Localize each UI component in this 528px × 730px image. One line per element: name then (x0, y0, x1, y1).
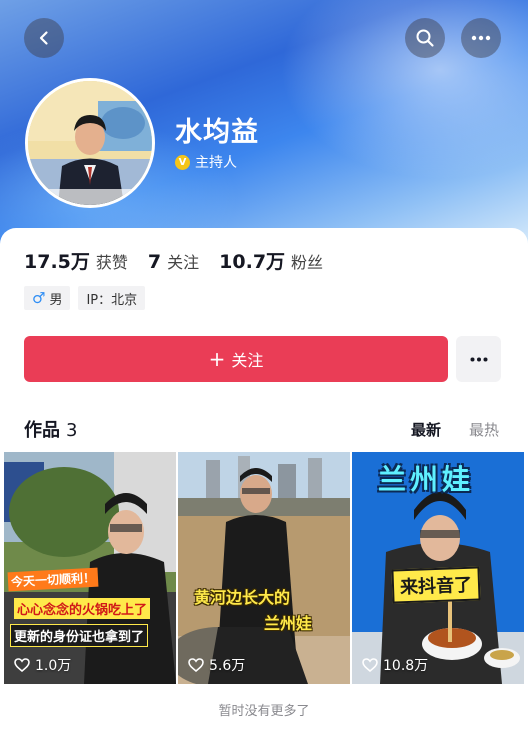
ellipsis-icon (470, 357, 487, 361)
ip-tag: IP：北京 (78, 286, 146, 310)
video-tile[interactable]: 兰州娃 来抖音了 10.8万 (352, 452, 524, 684)
ellipsis-icon (471, 35, 491, 41)
verified-icon: V (175, 154, 190, 170)
profile-role: V 主持人 (175, 152, 237, 172)
search-button[interactable] (405, 18, 445, 58)
heart-icon (362, 658, 378, 672)
no-more-text: 暂时没有更多了 (218, 704, 310, 719)
profile-name: 水均益 (175, 117, 259, 148)
follow-button[interactable]: + 关注 (24, 336, 448, 382)
video-caption-2: 心心念念的火锅吃上了 (14, 598, 151, 619)
video-caption-2: 来抖音了 (391, 566, 481, 604)
stat-likes: 17.5万 获赞 (24, 247, 128, 274)
ip-label: IP：北京 (86, 292, 138, 308)
video-likes: 1.0万 (14, 655, 71, 675)
video-likes: 10.8万 (362, 655, 428, 675)
sort-latest[interactable]: 最新 (411, 419, 441, 440)
stat-followers-label: 粉丝 (291, 253, 324, 272)
video-grid: 今天一切顺利！ 心心念念的火锅吃上了 更新的身份证也拿到了 1.0万 黄河边长大… (4, 452, 524, 684)
stat-likes-label: 获赞 (95, 253, 128, 272)
works-label: 作品 (24, 420, 60, 441)
gender-tag: ♂ 男 (24, 286, 71, 310)
video-likes-count: 10.8万 (383, 658, 429, 674)
video-tile[interactable]: 黄河边长大的 兰州娃 5.6万 (178, 452, 350, 684)
role-label: 主持人 (195, 155, 237, 171)
gender-label: 男 (49, 292, 63, 308)
video-likes: 5.6万 (188, 655, 245, 675)
video-tile[interactable]: 今天一切顺利！ 心心念念的火锅吃上了 更新的身份证也拿到了 1.0万 (4, 452, 176, 684)
avatar-image (28, 81, 152, 205)
more-options-button[interactable] (461, 18, 501, 58)
video-caption-2: 兰州娃 (264, 614, 313, 633)
more-actions-button[interactable] (456, 336, 501, 382)
works-count: 3 (66, 420, 78, 441)
video-likes-count: 5.6万 (209, 658, 246, 674)
tags-row: ♂ 男 IP：北京 (24, 286, 146, 310)
video-likes-count: 1.0万 (35, 658, 72, 674)
stat-followers-value: 10.7万 (219, 251, 286, 273)
stat-likes-value: 17.5万 (24, 251, 90, 273)
search-icon (416, 29, 434, 47)
heart-icon (14, 658, 30, 672)
follow-label: 关注 (231, 351, 264, 370)
back-button[interactable] (24, 18, 64, 58)
video-caption-3: 更新的身份证也拿到了 (10, 624, 149, 647)
stat-following-value: 7 (147, 251, 162, 273)
works-tab[interactable]: 作品 3 (24, 416, 77, 442)
video-caption-1: 黄河边长大的 (194, 588, 291, 607)
plus-icon: + (208, 347, 226, 371)
avatar[interactable] (25, 78, 155, 208)
heart-icon (188, 658, 204, 672)
male-icon: ♂ (32, 289, 46, 307)
sort-hottest[interactable]: 最热 (469, 419, 499, 440)
stat-following-label: 关注 (167, 253, 200, 272)
stat-followers[interactable]: 10.7万 粉丝 (219, 247, 323, 274)
video-thumbnail (178, 452, 350, 684)
video-caption-1: 兰州娃 (378, 463, 475, 496)
stat-following[interactable]: 7 关注 (148, 249, 199, 273)
stats-row: 17.5万 获赞 7 关注 10.7万 粉丝 (24, 247, 343, 274)
chevron-left-icon (39, 31, 48, 45)
